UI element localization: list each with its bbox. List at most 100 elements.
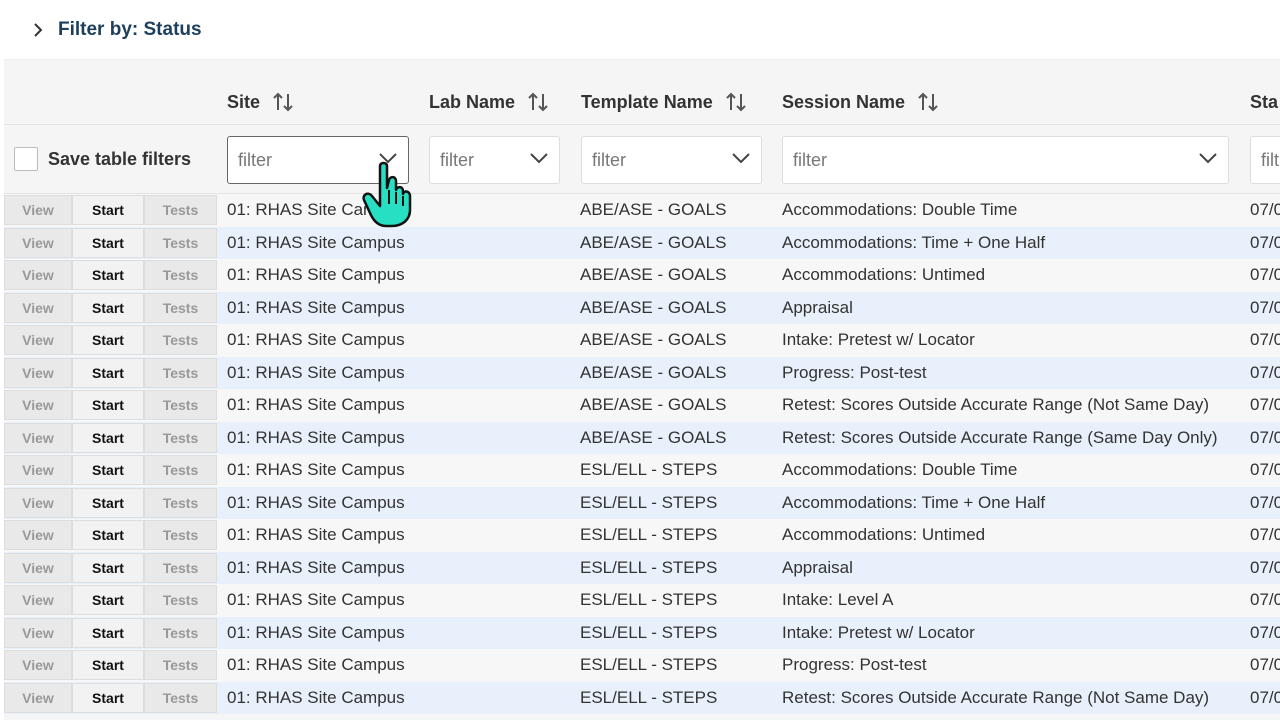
session-name-cell: Appraisal	[782, 557, 853, 577]
tests-button[interactable]: Tests	[144, 682, 217, 713]
view-button[interactable]: View	[4, 487, 72, 518]
chevron-right-icon[interactable]	[28, 20, 48, 40]
status-cell: 07/0	[1250, 525, 1280, 545]
column-header-site[interactable]: Site	[227, 80, 294, 124]
table-row: View Start Tests 01: RHAS Site Campus ES…	[4, 649, 1280, 682]
site-cell: 01: RHAS Site Campus	[227, 297, 405, 317]
start-button[interactable]: Start	[72, 520, 144, 550]
sort-arrows-icon[interactable]	[527, 91, 549, 113]
template-name-cell: ABE/ASE - GOALS	[580, 200, 727, 220]
column-header-session-name[interactable]: Session Name	[782, 80, 939, 124]
tests-button[interactable]: Tests	[144, 390, 217, 420]
save-table-filters[interactable]: Save table filters	[14, 147, 191, 171]
view-button[interactable]: View	[4, 422, 72, 453]
template-name-cell: ESL/ELL - STEPS	[580, 525, 718, 545]
status-cell: 07/0	[1250, 265, 1280, 285]
row-action-buttons: View Start Tests	[4, 390, 217, 420]
site-cell: 01: RHAS Site Campus	[227, 687, 405, 707]
view-button[interactable]: View	[4, 357, 72, 388]
session-name-cell: Intake: Pretest w/ Locator	[782, 622, 975, 642]
sort-arrows-icon[interactable]	[725, 91, 747, 113]
template-name-cell: ESL/ELL - STEPS	[580, 460, 718, 480]
template-name-cell: ABE/ASE - GOALS	[580, 362, 727, 382]
start-button[interactable]: Start	[72, 325, 144, 355]
row-action-buttons: View Start Tests	[4, 585, 217, 615]
start-button[interactable]: Start	[72, 682, 144, 713]
tests-button[interactable]: Tests	[144, 585, 217, 615]
template-name-cell: ABE/ASE - GOALS	[580, 330, 727, 350]
view-button[interactable]: View	[4, 552, 72, 583]
tests-button[interactable]: Tests	[144, 195, 217, 225]
start-button[interactable]: Start	[72, 195, 144, 225]
column-header-label: Session Name	[782, 91, 906, 112]
site-cell: 01: RHAS Site Campus	[227, 427, 405, 447]
start-button[interactable]: Start	[72, 390, 144, 420]
column-header-label: Lab Name	[429, 91, 516, 112]
site-cell: 01: RHAS Site Campus	[227, 622, 405, 642]
lab-name-cell	[429, 584, 574, 617]
start-button[interactable]: Start	[72, 487, 144, 518]
filter-placeholder: filter	[793, 149, 828, 170]
row-action-buttons: View Start Tests	[4, 682, 217, 713]
tests-button[interactable]: Tests	[144, 227, 217, 258]
column-header-status[interactable]: Sta	[1250, 80, 1278, 124]
tests-button[interactable]: Tests	[144, 650, 217, 680]
save-filters-checkbox[interactable]	[14, 147, 38, 171]
start-button[interactable]: Start	[72, 357, 144, 388]
template-name-cell: ABE/ASE - GOALS	[580, 427, 727, 447]
column-header-template-name[interactable]: Template Name	[581, 80, 747, 124]
start-button[interactable]: Start	[72, 292, 144, 323]
filter-placeholder: filter	[592, 149, 627, 170]
table-row: View Start Tests 01: RHAS Site Campus ES…	[4, 616, 1280, 649]
tests-button[interactable]: Tests	[144, 325, 217, 355]
start-button[interactable]: Start	[72, 455, 144, 485]
tests-button[interactable]: Tests	[144, 260, 217, 290]
status-filter-select[interactable]: filt	[1250, 136, 1280, 184]
start-button[interactable]: Start	[72, 617, 144, 648]
view-button[interactable]: View	[4, 195, 72, 225]
view-button[interactable]: View	[4, 650, 72, 680]
site-filter-select[interactable]: filter	[227, 136, 409, 184]
tests-button[interactable]: Tests	[144, 422, 217, 453]
start-button[interactable]: Start	[72, 227, 144, 258]
view-button[interactable]: View	[4, 455, 72, 485]
status-cell: 07/0	[1250, 330, 1280, 350]
row-action-buttons: View Start Tests	[4, 325, 217, 355]
view-button[interactable]: View	[4, 390, 72, 420]
view-button[interactable]: View	[4, 292, 72, 323]
lab-name-filter-select[interactable]: filter	[429, 136, 560, 184]
view-button[interactable]: View	[4, 227, 72, 258]
tests-button[interactable]: Tests	[144, 487, 217, 518]
lab-name-cell	[429, 682, 574, 715]
start-button[interactable]: Start	[72, 260, 144, 290]
row-action-buttons: View Start Tests	[4, 520, 217, 550]
view-button[interactable]: View	[4, 325, 72, 355]
chevron-down-icon	[1198, 151, 1218, 170]
view-button[interactable]: View	[4, 520, 72, 550]
status-cell: 07/0	[1250, 200, 1280, 220]
view-button[interactable]: View	[4, 617, 72, 648]
session-name-cell: Accommodations: Double Time	[782, 200, 1018, 220]
view-button[interactable]: View	[4, 585, 72, 615]
column-header-lab-name[interactable]: Lab Name	[429, 80, 549, 124]
site-cell: 01: RHAS Site Campus	[227, 330, 405, 350]
start-button[interactable]: Start	[72, 422, 144, 453]
tests-button[interactable]: Tests	[144, 552, 217, 583]
template-name-filter-select[interactable]: filter	[581, 136, 762, 184]
start-button[interactable]: Start	[72, 585, 144, 615]
view-button[interactable]: View	[4, 682, 72, 713]
tests-button[interactable]: Tests	[144, 455, 217, 485]
lab-name-cell	[429, 357, 574, 390]
start-button[interactable]: Start	[72, 552, 144, 583]
sort-arrows-icon[interactable]	[272, 91, 294, 113]
tests-button[interactable]: Tests	[144, 357, 217, 388]
tests-button[interactable]: Tests	[144, 520, 217, 550]
lab-name-cell	[429, 552, 574, 585]
view-button[interactable]: View	[4, 260, 72, 290]
sort-arrows-icon[interactable]	[917, 91, 939, 113]
tests-button[interactable]: Tests	[144, 292, 217, 323]
status-filter-toggle[interactable]: Filter by: Status	[4, 0, 1280, 60]
tests-button[interactable]: Tests	[144, 617, 217, 648]
start-button[interactable]: Start	[72, 650, 144, 680]
session-name-filter-select[interactable]: filter	[782, 136, 1229, 184]
